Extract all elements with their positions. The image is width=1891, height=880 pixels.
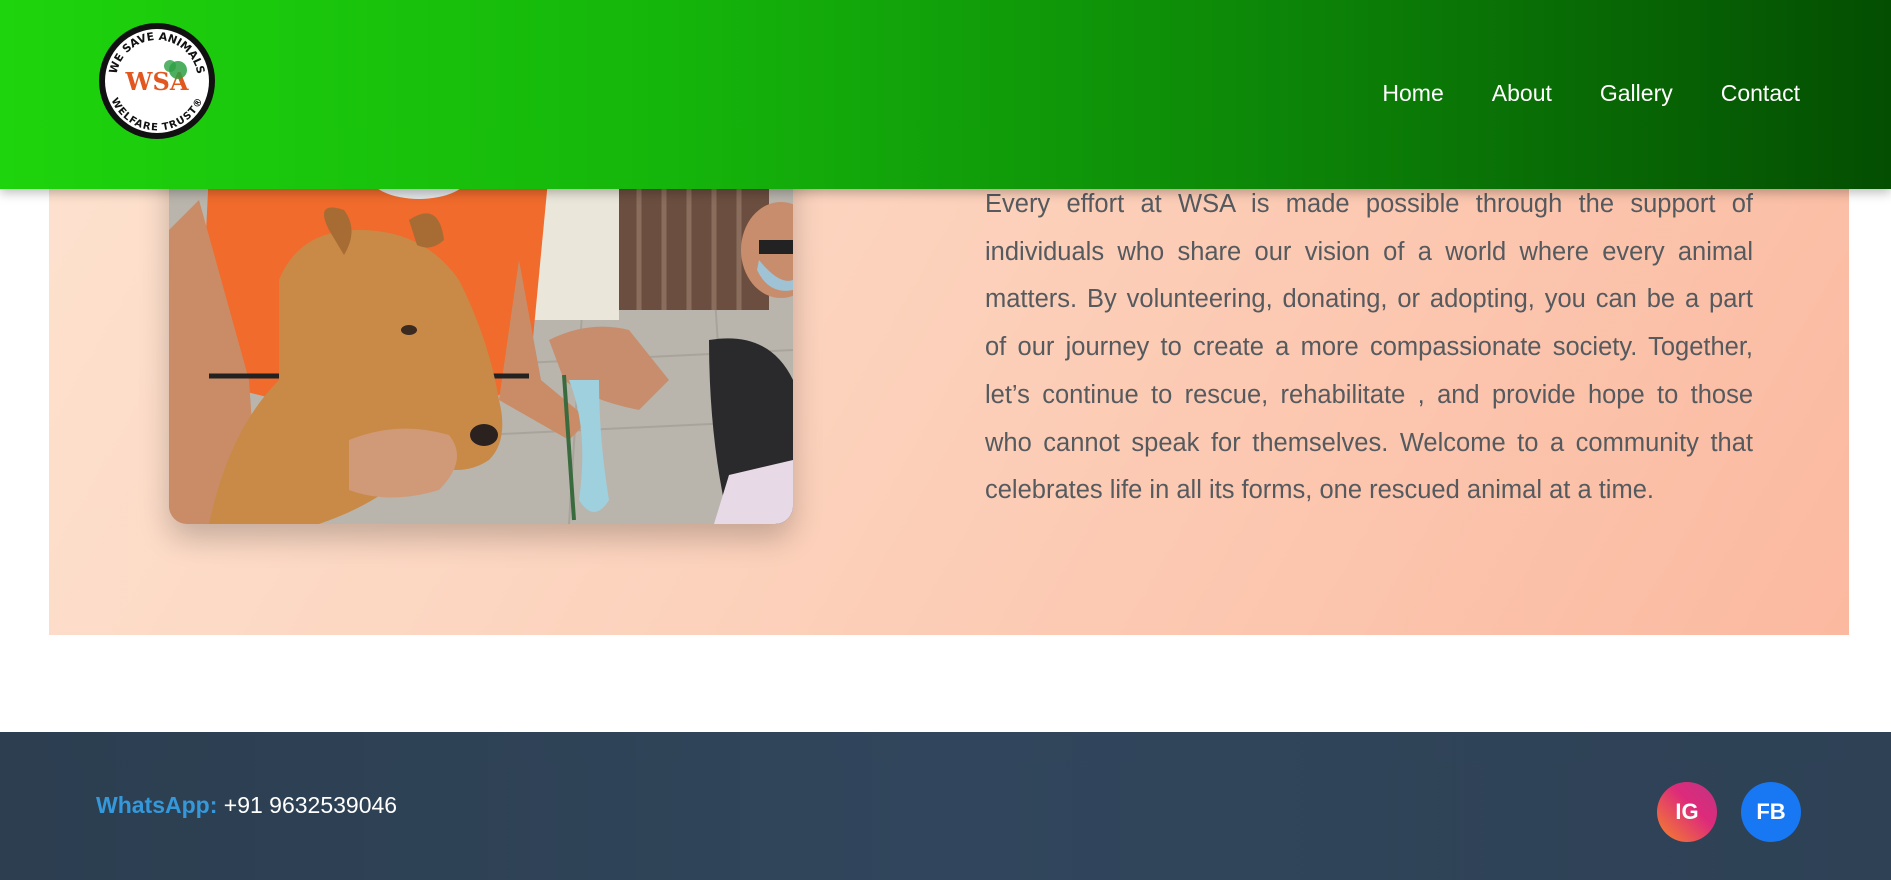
instagram-icon[interactable]: IG: [1657, 782, 1717, 842]
nav-about[interactable]: About: [1492, 78, 1552, 108]
facebook-icon[interactable]: FB: [1741, 782, 1801, 842]
whatsapp-number: +91 9632539046: [223, 792, 398, 818]
wsa-logo-icon[interactable]: WE SAVE ANIMALS WELFARE TRUST® WSA: [96, 20, 218, 142]
site-footer: WhatsApp: +91 9632539046 IG FB: [0, 732, 1891, 880]
nav-home[interactable]: Home: [1382, 78, 1443, 108]
nav-gallery[interactable]: Gallery: [1600, 78, 1673, 108]
whatsapp-contact[interactable]: WhatsApp: +91 9632539046: [96, 790, 397, 820]
nav-contact[interactable]: Contact: [1721, 78, 1800, 108]
main-nav: Home About Gallery Contact: [1382, 78, 1800, 108]
about-paragraph: Every effort at WSA is made possible thr…: [985, 190, 1753, 505]
page: Every effort at WSA is made possible thr…: [0, 0, 1891, 880]
site-header: WE SAVE ANIMALS WELFARE TRUST® WSA Home …: [0, 0, 1891, 189]
whatsapp-label: WhatsApp:: [96, 792, 218, 818]
